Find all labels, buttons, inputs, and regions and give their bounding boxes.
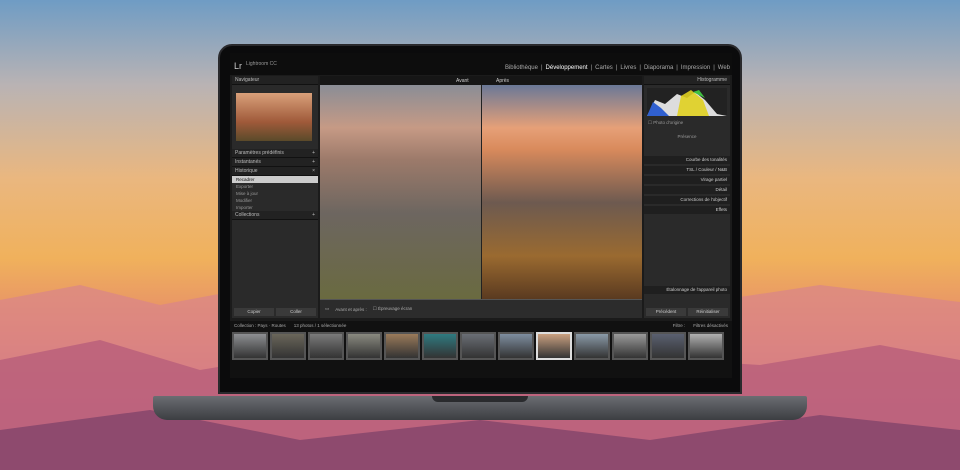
- snapshots-header[interactable]: Instantanés +: [232, 158, 318, 167]
- right-panel: Histogramme ☐ Photo d'origine Présence C…: [644, 76, 730, 318]
- filter-label: Filtre :: [672, 323, 686, 328]
- histogram-header[interactable]: Histogramme: [644, 76, 730, 85]
- filmstrip-thumbnail[interactable]: [574, 332, 610, 360]
- left-panel: Navigateur Paramètres prédéfinis + Instan…: [232, 76, 318, 318]
- laptop-notch: [432, 396, 528, 402]
- filmstrip: Collection : Pays · Routes 13 photos / 1…: [230, 321, 732, 378]
- filmstrip-thumbnail[interactable]: [384, 332, 420, 360]
- filmstrip-thumbnail[interactable]: [308, 332, 344, 360]
- history-item[interactable]: Importer: [232, 204, 318, 211]
- filmstrip-count: 13 photos / 1 sélectionnée: [293, 323, 347, 328]
- filmstrip-thumbnail[interactable]: [346, 332, 382, 360]
- lr-logo: Lr: [234, 61, 243, 71]
- view-mode-icon[interactable]: ▭: [325, 306, 329, 312]
- before-after-label[interactable]: Avant et après :: [335, 307, 366, 312]
- module-library[interactable]: Bibliothèque: [505, 65, 538, 71]
- history-header[interactable]: Historique ×: [232, 167, 318, 176]
- filmstrip-thumbnail[interactable]: [422, 332, 458, 360]
- filmstrip-thumbnail[interactable]: [688, 332, 724, 360]
- after-image[interactable]: [481, 85, 642, 299]
- module-map[interactable]: Cartes: [595, 65, 613, 71]
- thumbnail-strip: [230, 330, 732, 362]
- navigator-preview[interactable]: [236, 93, 312, 141]
- filmstrip-thumbnail[interactable]: [536, 332, 572, 360]
- filmstrip-thumbnail[interactable]: [650, 332, 686, 360]
- before-label: Avant: [456, 78, 469, 84]
- presets-header[interactable]: Paramètres prédéfinis +: [232, 149, 318, 158]
- section-hsl[interactable]: TSL / Couleur / N&B: [644, 166, 730, 174]
- reset-button[interactable]: Réinitialiser: [688, 308, 728, 316]
- original-photo-checkbox[interactable]: ☐ Photo d'origine: [644, 119, 730, 127]
- copy-button[interactable]: Copier: [234, 308, 274, 316]
- filmstrip-thumbnail[interactable]: [612, 332, 648, 360]
- top-bar: Lr Lightroom CC Bibliothèque | Développem…: [230, 53, 732, 75]
- module-develop[interactable]: Développement: [546, 65, 588, 71]
- module-picker: Bibliothèque | Développement | Cartes | Liv…: [504, 65, 730, 71]
- section-detail[interactable]: Détail: [644, 186, 730, 194]
- image-view: Avant Après ▭ Avant et après : ☐ Épreuva…: [320, 76, 642, 318]
- module-print[interactable]: Impression: [681, 65, 710, 71]
- filter-dropdown[interactable]: Filtres désactivés: [693, 323, 728, 328]
- filmstrip-thumbnail[interactable]: [498, 332, 534, 360]
- histogram: [647, 88, 727, 116]
- after-label: Après: [496, 78, 510, 84]
- history-item[interactable]: Exporter: [232, 183, 318, 190]
- presence-label: Présence: [677, 134, 697, 139]
- section-camera-calibration[interactable]: Étalonnage de l'appareil photo: [644, 286, 730, 294]
- section-lens-corrections[interactable]: Corrections de l'objectif: [644, 196, 730, 204]
- module-web[interactable]: Web: [718, 65, 730, 71]
- before-image[interactable]: [320, 85, 481, 299]
- module-slideshow[interactable]: Diaporama: [644, 65, 673, 71]
- history-item[interactable]: Mise à jour: [232, 190, 318, 197]
- product-name: Lightroom CC: [246, 61, 277, 67]
- lightroom-window: Lr Lightroom CC Bibliothèque | Développem…: [230, 53, 732, 378]
- section-tone-curve[interactable]: Courbe des tonalités: [644, 156, 730, 164]
- soft-proof-checkbox[interactable]: ☐ Épreuvage écran: [373, 306, 413, 312]
- filmstrip-source[interactable]: Collection : Pays · Routes: [234, 323, 286, 328]
- filmstrip-thumbnail[interactable]: [460, 332, 496, 360]
- filmstrip-thumbnail[interactable]: [232, 332, 268, 360]
- filmstrip-thumbnail[interactable]: [270, 332, 306, 360]
- previous-button[interactable]: Précédent: [646, 308, 686, 316]
- paste-button[interactable]: Coller: [276, 308, 316, 316]
- collections-header[interactable]: Collections +: [232, 211, 318, 220]
- effects-sliders[interactable]: [644, 214, 730, 284]
- history-item[interactable]: Recadrer: [232, 176, 318, 183]
- section-split-toning[interactable]: Virage partiel: [644, 176, 730, 184]
- section-effects[interactable]: Effets: [644, 206, 730, 214]
- navigator-header[interactable]: Navigateur: [232, 76, 318, 85]
- module-book[interactable]: Livres: [620, 65, 636, 71]
- develop-toolbar: ▭ Avant et après : ☐ Épreuvage écran: [320, 300, 642, 318]
- history-item[interactable]: Modifier: [232, 197, 318, 204]
